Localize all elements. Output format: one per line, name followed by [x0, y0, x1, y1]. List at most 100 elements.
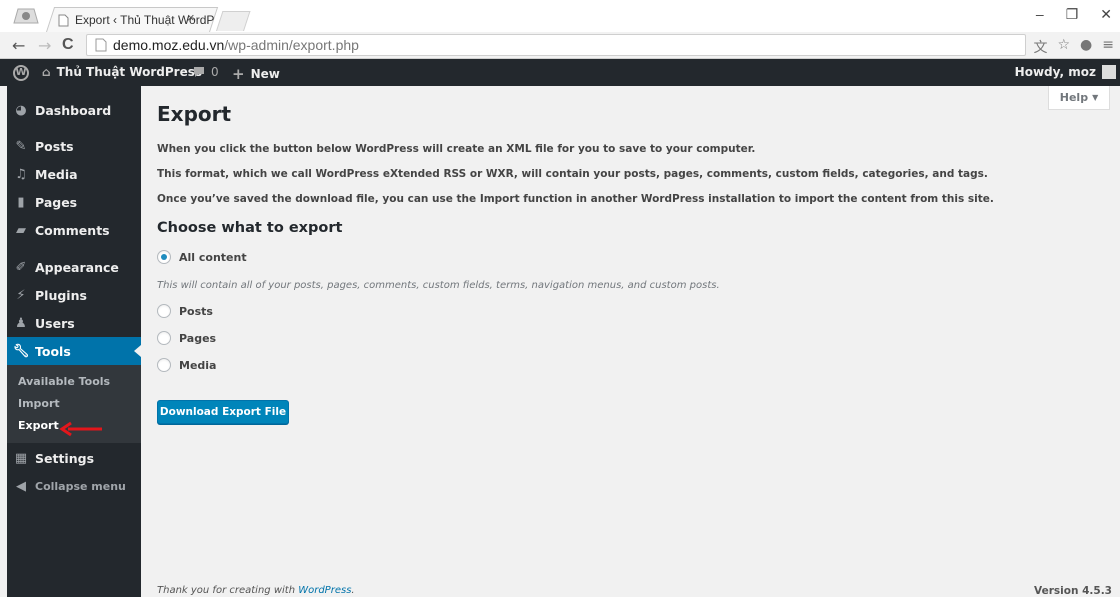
menu-plugins[interactable]: ⚡ Plugins [7, 281, 141, 309]
menu-comments[interactable]: ▰ Comments [7, 216, 141, 244]
browser-toolbar: ← → C demo.moz.edu.vn/wp-admin/export.ph… [0, 32, 1120, 59]
menu-label: Appearance [35, 259, 119, 275]
radio-label: Posts [179, 304, 213, 318]
menu-settings[interactable]: ▦ Settings [7, 444, 141, 472]
brush-icon: ✐ [15, 259, 27, 275]
menu-label: Posts [35, 138, 74, 154]
menu-label: Media [35, 166, 78, 182]
submenu-import[interactable]: Import [18, 397, 60, 410]
account-menu[interactable]: Howdy, moz [1015, 65, 1116, 79]
wrench-icon: 🔧︎ [12, 343, 30, 359]
submenu-export[interactable]: Export [18, 419, 59, 432]
browser-profile-icon[interactable] [10, 5, 42, 25]
wp-admin-bar: W ⌂ Thủ Thuật WordPress 0 + New Howdy, m… [0, 59, 1120, 86]
menu-label: Comments [35, 222, 110, 238]
page-icon [95, 38, 107, 52]
intro-paragraph-3: Once you’ve saved the download file, you… [157, 193, 994, 205]
collapse-label: Collapse menu [35, 479, 126, 493]
pin-icon: ✎ [15, 138, 27, 154]
browser-tab-bar: Export ‹ Thủ Thuật WordP × – ❐ ✕ [0, 0, 1120, 32]
menu-icon[interactable]: ≡ [1102, 37, 1114, 57]
user-icon: ♟ [15, 315, 27, 331]
footer-end: . [351, 585, 355, 596]
home-icon: ⌂ [42, 65, 51, 79]
intro-paragraph-1: When you click the button below WordPres… [157, 143, 756, 155]
plus-icon: + [232, 65, 245, 83]
radio-label: All content [179, 250, 247, 264]
page-icon [58, 14, 69, 26]
new-content-link[interactable]: + New [232, 65, 280, 83]
minimize-button[interactable]: – [1036, 6, 1044, 23]
menu-tools[interactable]: 🔧︎ Tools [7, 337, 141, 365]
radio-all-content[interactable]: All content [157, 250, 247, 264]
new-tab-button[interactable] [216, 11, 251, 31]
translate-icon[interactable]: 文 [1033, 37, 1047, 57]
radio-posts[interactable]: Posts [157, 304, 213, 318]
extension-icon[interactable]: ● [1080, 37, 1092, 57]
radio-label: Media [179, 358, 217, 372]
forward-button[interactable]: → [38, 36, 51, 55]
download-export-file-button[interactable]: Download Export File [157, 400, 289, 424]
plug-icon: ⚡ [16, 287, 26, 303]
caret-down-icon: ▼ [1092, 93, 1099, 102]
red-arrow-annotation [59, 421, 102, 437]
comment-icon: ▰ [16, 222, 26, 238]
page-title: Export [157, 102, 232, 126]
howdy-text: Howdy, moz [1014, 65, 1096, 79]
radio-button[interactable] [157, 358, 171, 372]
radio-media[interactable]: Media [157, 358, 216, 372]
menu-appearance[interactable]: ✐ Appearance [7, 253, 141, 281]
page-icon: ▮ [17, 194, 25, 210]
all-content-description: This will contain all of your posts, pag… [157, 280, 720, 291]
comments-link[interactable]: 0 [193, 65, 219, 79]
comment-icon [194, 67, 204, 77]
extension-icons: 文 ☆ ● ≡ [1033, 37, 1114, 57]
active-indicator [134, 345, 141, 357]
window-controls: – ❐ ✕ [1036, 6, 1120, 23]
media-icon: ♫ [15, 166, 27, 182]
wp-logo-menu[interactable]: W [13, 65, 29, 81]
star-icon[interactable]: ☆ [1057, 37, 1070, 57]
intro-paragraph-2: This format, which we call WordPress eXt… [157, 168, 988, 180]
menu-label: Plugins [35, 287, 87, 303]
admin-menu: ◕ Dashboard ✎ Posts ♫ Media ▮ Pages ▰ Co… [7, 86, 141, 597]
site-name-link[interactable]: ⌂ Thủ Thuật WordPress [42, 65, 202, 79]
settings-icon: ▦ [14, 450, 28, 466]
back-button[interactable]: ← [12, 36, 25, 55]
help-label: Help [1059, 91, 1089, 104]
help-tab-button[interactable]: Help ▼ [1048, 86, 1110, 110]
menu-dashboard[interactable]: ◕ Dashboard [7, 96, 141, 124]
url-host: demo.moz.edu.vn [113, 37, 225, 53]
submenu-available-tools[interactable]: Available Tools [18, 375, 110, 388]
restore-button[interactable]: ❐ [1066, 6, 1079, 23]
menu-label: Dashboard [35, 102, 112, 118]
main-content: Help ▼ Export When you click the button … [141, 86, 1120, 597]
site-name: Thủ Thuật WordPress [56, 65, 203, 79]
radio-button[interactable] [157, 304, 171, 318]
version-text: Version 4.5.3 [1034, 585, 1112, 597]
close-window-button[interactable]: ✕ [1100, 6, 1112, 23]
menu-label: Users [35, 315, 75, 331]
wordpress-link[interactable]: WordPress [298, 585, 351, 596]
new-label: New [250, 67, 280, 81]
reload-button[interactable]: C [62, 36, 74, 54]
avatar [1102, 65, 1116, 79]
menu-label: Settings [35, 450, 95, 466]
radio-button[interactable] [157, 331, 171, 345]
url-bar[interactable]: demo.moz.edu.vn/wp-admin/export.php [86, 34, 1026, 56]
radio-pages[interactable]: Pages [157, 331, 216, 345]
choose-export-heading: Choose what to export [157, 220, 343, 236]
radio-label: Pages [179, 331, 217, 345]
comments-count: 0 [211, 65, 219, 79]
collapse-icon: ◀ [16, 478, 26, 494]
url-path: /wp-admin/export.php [224, 37, 359, 53]
menu-media[interactable]: ♫ Media [7, 160, 141, 188]
dashboard-icon: ◕ [15, 102, 27, 118]
footer-credit: Thank you for creating with WordPress. [157, 585, 355, 596]
menu-users[interactable]: ♟ Users [7, 309, 141, 337]
radio-button-checked[interactable] [157, 250, 171, 264]
collapse-menu-button[interactable]: ◀ Collapse menu [7, 472, 141, 500]
menu-pages[interactable]: ▮ Pages [7, 188, 141, 216]
tab-close-button[interactable]: × [187, 10, 195, 25]
menu-posts[interactable]: ✎ Posts [7, 132, 141, 160]
